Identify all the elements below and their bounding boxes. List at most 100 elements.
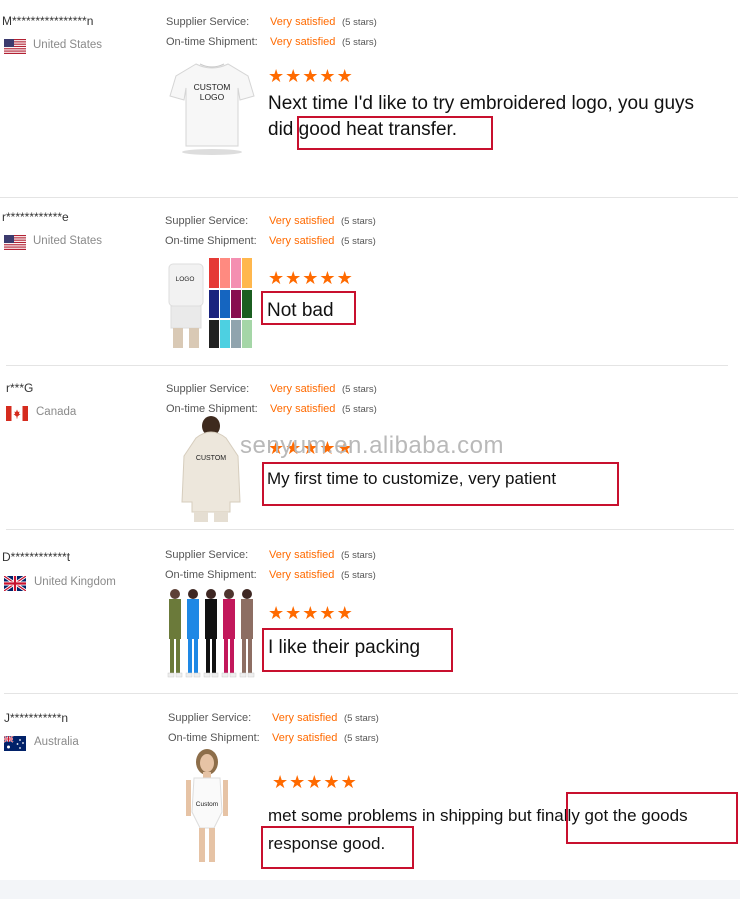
reviewer-country: Canada (36, 406, 77, 418)
comment-line: Next time I'd like to try embroidered lo… (268, 93, 695, 114)
product-photo-tshirt[interactable]: CUSTOM LOGO (168, 58, 256, 156)
supplier-service-stars: (5 stars) (342, 17, 377, 28)
svg-text:Custom: Custom (196, 801, 218, 808)
product-photo-tracksuits[interactable]: LOGO (163, 256, 255, 351)
canada-flag-icon (6, 406, 28, 421)
shipment-value: Very satisfied (269, 235, 335, 247)
highlight-box (262, 462, 619, 506)
supplier-service-label: Supplier Service: (165, 215, 249, 227)
rating-stars: ★★★★★ (268, 67, 354, 85)
uk-flag-icon (4, 576, 26, 591)
product-photo-bodysuit[interactable]: Custom (176, 748, 238, 864)
supplier-service-value: Very satisfied (269, 549, 335, 561)
highlight-box (261, 826, 414, 869)
star-icon: ★ (319, 66, 337, 86)
shipment-stars: (5 stars) (341, 236, 376, 247)
star-icon: ★ (285, 603, 303, 623)
shipment-row: On-time Shipment: Very satisfied (5 stars) (165, 565, 376, 586)
shipment-value: Very satisfied (270, 403, 336, 415)
shipment-label: On-time Shipment: (165, 235, 257, 247)
svg-text:LOGO: LOGO (200, 92, 225, 102)
review-divider (6, 365, 728, 366)
product-photo-jumpsuits[interactable] (165, 586, 257, 680)
star-icon: ★ (268, 66, 286, 86)
supplier-service-row: Supplier Service: Very satisfied (5 stars) (165, 545, 376, 566)
shipment-stars: (5 stars) (341, 570, 376, 581)
star-icon: ★ (302, 66, 320, 86)
reviewer-country: United Kingdom (34, 576, 116, 588)
rating-stars: ★★★★★ (268, 269, 354, 287)
svg-text:CUSTOM: CUSTOM (194, 82, 231, 92)
shipment-label: On-time Shipment: (168, 732, 260, 744)
supplier-service-value: Very satisfied (270, 383, 336, 395)
shipment-value: Very satisfied (270, 36, 336, 48)
shipment-label: On-time Shipment: (166, 36, 258, 48)
supplier-service-label: Supplier Service: (166, 383, 250, 395)
star-icon: ★ (336, 603, 354, 623)
supplier-service-row: Supplier Service: Very satisfied (5 stars) (165, 211, 376, 232)
star-icon: ★ (268, 603, 286, 623)
svg-text:LOGO: LOGO (176, 276, 195, 283)
star-icon: ★ (336, 268, 354, 288)
shipment-row: On-time Shipment: Very satisfied (5 stars) (168, 728, 379, 749)
highlight-box (566, 792, 738, 844)
star-icon: ★ (319, 268, 337, 288)
highlight-box (297, 116, 493, 150)
shipment-stars: (5 stars) (342, 37, 377, 48)
supplier-service-stars: (5 stars) (342, 384, 377, 395)
review-divider (4, 693, 738, 694)
reviewer-country: Australia (34, 736, 79, 748)
star-icon: ★ (340, 772, 358, 792)
star-icon: ★ (336, 66, 354, 86)
reviewer-name: M****************n (2, 14, 94, 28)
reviewer-country: United States (33, 235, 103, 247)
star-icon: ★ (306, 772, 324, 792)
page-bottom-band (0, 880, 740, 899)
star-icon: ★ (319, 603, 337, 623)
supplier-service-stars: (5 stars) (341, 216, 376, 227)
supplier-service-value: Very satisfied (270, 16, 336, 28)
star-icon: ★ (272, 772, 290, 792)
star-icon: ★ (302, 603, 320, 623)
shipment-stars: (5 stars) (344, 733, 379, 744)
star-icon: ★ (285, 66, 303, 86)
supplier-service-row: Supplier Service: Very satisfied (5 stars) (166, 379, 377, 400)
review-divider (6, 529, 734, 530)
supplier-service-value: Very satisfied (269, 215, 335, 227)
supplier-service-row: Supplier Service: Very satisfied (5 stars) (168, 708, 379, 729)
us-flag-icon (4, 39, 26, 54)
reviewer-name: r************e (2, 210, 69, 224)
rating-stars: ★★★★★ (268, 604, 354, 622)
shipment-row: On-time Shipment: Very satisfied (5 stars) (166, 32, 377, 53)
star-icon: ★ (285, 268, 303, 288)
highlight-box (262, 628, 453, 672)
star-icon: ★ (268, 268, 286, 288)
shipment-value: Very satisfied (272, 732, 338, 744)
reviewer-name: D************t (2, 550, 71, 564)
star-icon: ★ (323, 772, 341, 792)
supplier-service-stars: (5 stars) (341, 550, 376, 561)
star-icon: ★ (289, 772, 307, 792)
australia-flag-icon (4, 736, 26, 751)
shipment-label: On-time Shipment: (165, 569, 257, 581)
supplier-service-label: Supplier Service: (165, 549, 249, 561)
star-icon: ★ (302, 268, 320, 288)
rating-stars: ★★★★★ (272, 773, 358, 791)
svg-text:CUSTOM: CUSTOM (196, 455, 226, 462)
shipment-row: On-time Shipment: Very satisfied (5 stars) (165, 231, 376, 252)
watermark: senyum.en.alibaba.com (240, 432, 504, 459)
supplier-service-value: Very satisfied (272, 712, 338, 724)
reviewer-name: r***G (6, 381, 34, 395)
shipment-value: Very satisfied (269, 569, 335, 581)
shipment-stars: (5 stars) (342, 404, 377, 415)
supplier-service-label: Supplier Service: (168, 712, 252, 724)
reviewer-name: J***********n (4, 711, 69, 725)
supplier-service-row: Supplier Service: Very satisfied (5 stars) (166, 12, 377, 33)
highlight-box (261, 291, 356, 325)
supplier-service-label: Supplier Service: (166, 16, 250, 28)
product-photo-hoodie[interactable]: CUSTOM (178, 416, 244, 524)
review-divider (0, 197, 738, 198)
supplier-service-stars: (5 stars) (344, 713, 379, 724)
us-flag-icon (4, 235, 26, 250)
reviewer-country: United States (33, 39, 103, 51)
